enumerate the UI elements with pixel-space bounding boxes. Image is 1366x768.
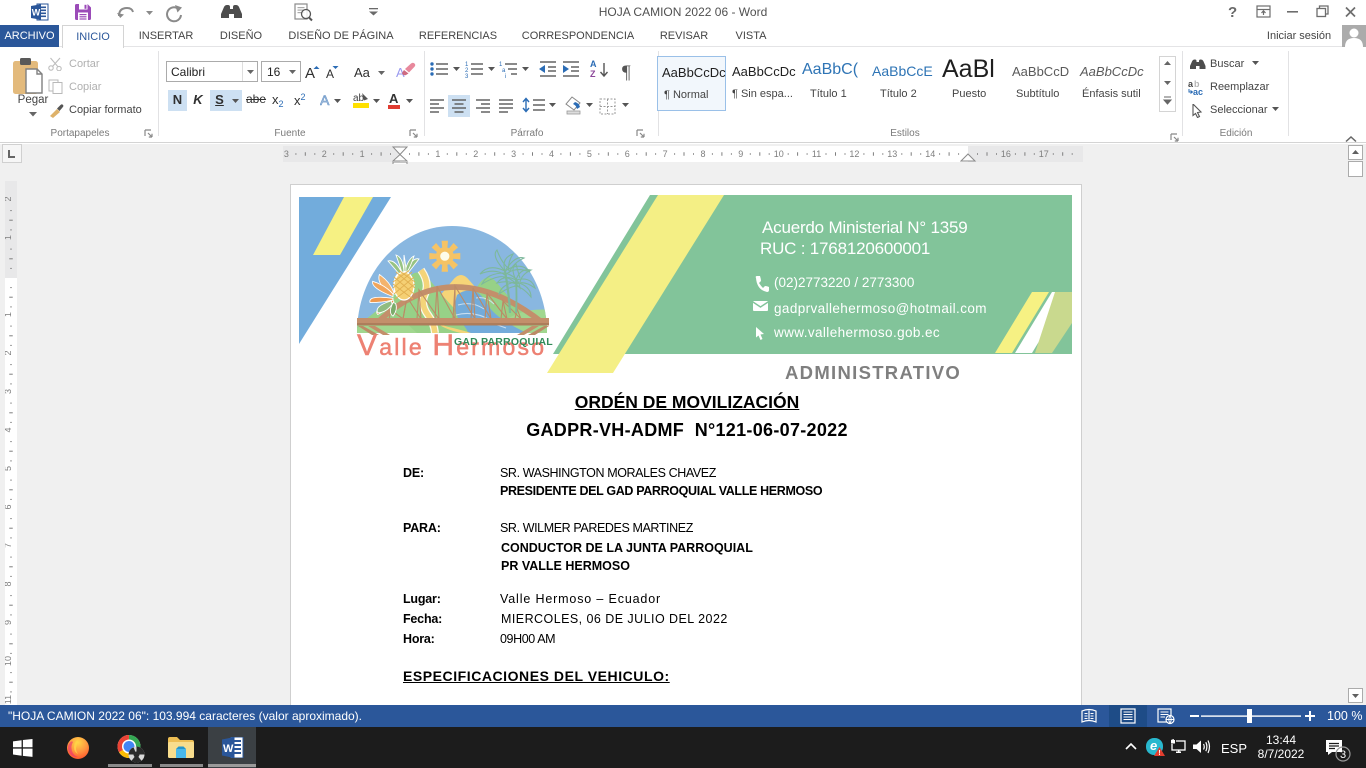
svg-text:11: 11 [812, 149, 821, 159]
svg-text:14: 14 [925, 149, 935, 159]
svg-text:Aa: Aa [354, 65, 371, 80]
svg-text:12: 12 [849, 149, 859, 159]
svg-text:?: ? [1228, 4, 1237, 21]
svg-text:2: 2 [5, 196, 13, 201]
svg-text:W: W [223, 743, 234, 755]
svg-text:9: 9 [5, 620, 13, 625]
svg-text:3: 3 [511, 149, 516, 159]
svg-text:11: 11 [5, 695, 13, 704]
svg-text:6: 6 [5, 504, 13, 509]
svg-text:7: 7 [663, 149, 668, 159]
svg-text:Z: Z [590, 69, 596, 79]
svg-text:3: 3 [5, 389, 13, 394]
svg-text:10: 10 [774, 149, 784, 159]
svg-text:2: 2 [5, 350, 13, 355]
svg-text:2: 2 [473, 149, 478, 159]
svg-text:3: 3 [284, 149, 289, 159]
svg-text:5: 5 [5, 466, 13, 471]
svg-text:!: ! [1158, 750, 1160, 756]
svg-text:2: 2 [322, 149, 327, 159]
svg-text:10: 10 [5, 656, 13, 666]
svg-text:3: 3 [1340, 749, 1346, 761]
svg-text:8: 8 [5, 581, 13, 586]
svg-text:7: 7 [5, 543, 13, 548]
svg-text:A: A [590, 59, 597, 69]
svg-text:3: 3 [465, 74, 469, 80]
svg-text:8: 8 [700, 149, 705, 159]
svg-text:A: A [320, 92, 330, 108]
svg-text:i: i [505, 74, 506, 80]
svg-text:1: 1 [5, 312, 13, 317]
svg-text:1: 1 [5, 235, 13, 240]
svg-text:4: 4 [549, 149, 554, 159]
svg-text:1: 1 [360, 149, 365, 159]
svg-text:1: 1 [435, 149, 440, 159]
svg-text:13: 13 [887, 149, 897, 159]
svg-text:17: 17 [1039, 149, 1049, 159]
svg-text:A: A [389, 91, 399, 106]
svg-text:5: 5 [587, 149, 592, 159]
svg-text:ac: ac [1193, 87, 1203, 95]
svg-text:4: 4 [5, 427, 13, 432]
svg-text:Pegar: Pegar [18, 94, 49, 106]
svg-text:W: W [32, 8, 41, 18]
svg-text:9: 9 [738, 149, 743, 159]
svg-text:¶: ¶ [622, 62, 631, 83]
svg-text:A: A [305, 65, 315, 82]
svg-text:16: 16 [1001, 149, 1011, 159]
svg-text:6: 6 [625, 149, 630, 159]
svg-text:A: A [326, 67, 334, 81]
